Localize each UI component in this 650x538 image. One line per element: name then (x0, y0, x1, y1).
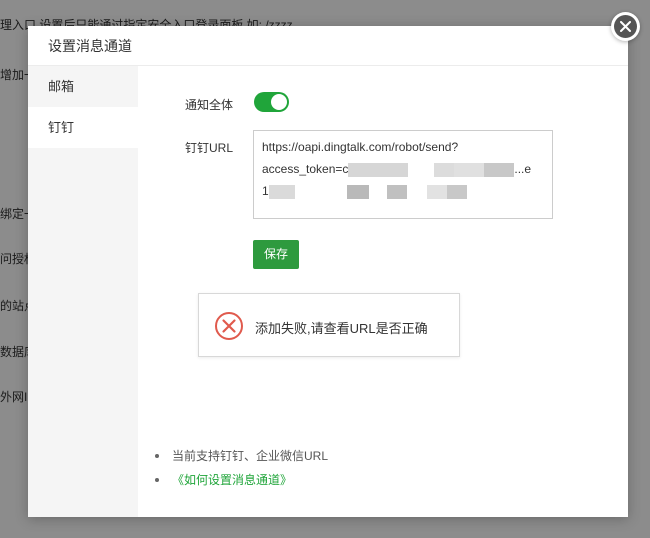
url-token-suffix: ...e (514, 162, 532, 176)
dingtalk-url-textarea[interactable]: https://oapi.dingtalk.com/robot/send? ac… (253, 130, 553, 219)
url-line-1: https://oapi.dingtalk.com/robot/send? (262, 140, 459, 154)
supported-url-note: 当前支持钉钉、企业微信URL (152, 444, 328, 468)
channel-sidebar: 邮箱 钉钉 (28, 66, 138, 517)
dingtalk-url-label: 钉钉URL (185, 141, 234, 155)
redacted-block (268, 184, 295, 199)
error-toast: 添加失败,请查看URL是否正确 (198, 293, 460, 357)
error-circle-x-icon (215, 312, 243, 340)
dialog-title: 设置消息通道 (28, 26, 628, 66)
sidebar-item-dingtalk[interactable]: 钉钉 (28, 107, 138, 148)
url-token-prefix: access_token=c (262, 162, 349, 176)
sidebar-item-email[interactable]: 邮箱 (28, 66, 138, 107)
redacted-block (446, 184, 467, 199)
how-to-setup-link[interactable]: 《如何设置消息通道》 (152, 468, 328, 492)
save-button[interactable]: 保存 (253, 240, 299, 269)
message-channel-dialog: 设置消息通道 邮箱 钉钉 通知全体 钉钉URL https://oapi.din… (28, 26, 628, 517)
redacted-block (454, 162, 485, 177)
notify-all-label: 通知全体 (185, 98, 234, 112)
redacted-block (346, 184, 369, 199)
toggle-knob (271, 94, 287, 110)
url-line-3: 1 (262, 180, 544, 202)
channel-settings-panel: 通知全体 钉钉URL https://oapi.dingtalk.com/rob… (138, 66, 628, 517)
url-line-2: access_token=c ...e (262, 158, 544, 180)
close-button[interactable] (611, 12, 640, 41)
redacted-block (434, 162, 455, 177)
notify-all-toggle[interactable] (254, 92, 289, 112)
url-line3-prefix: 1 (262, 184, 269, 198)
redacted-block (348, 162, 409, 177)
redacted-block (386, 184, 407, 199)
error-message: 添加失败,请查看URL是否正确 (255, 321, 428, 336)
help-notes: 当前支持钉钉、企业微信URL 《如何设置消息通道》 (152, 444, 328, 492)
close-icon (614, 15, 637, 38)
redacted-block (484, 162, 515, 177)
redacted-block (426, 184, 447, 199)
